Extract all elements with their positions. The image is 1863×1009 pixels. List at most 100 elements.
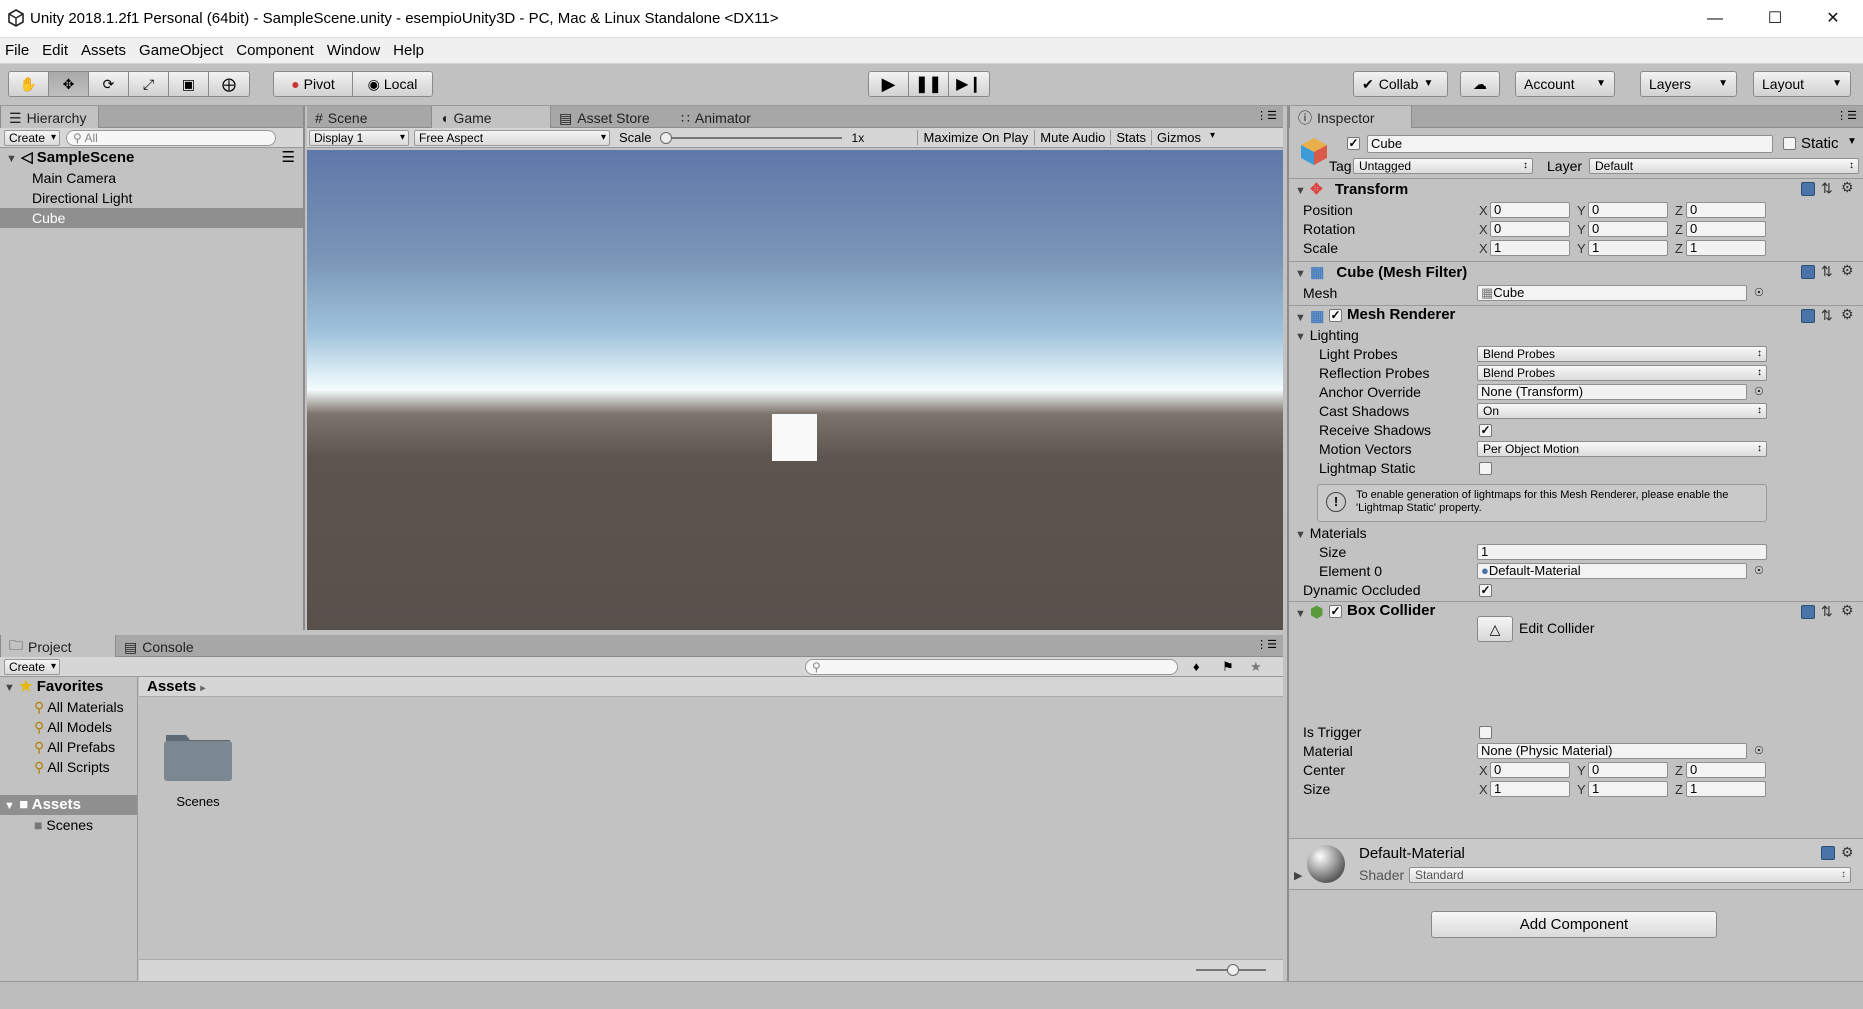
- aspect-dropdown[interactable]: Free Aspect: [414, 129, 610, 146]
- mesh-field[interactable]: ▦Cube: [1477, 285, 1747, 301]
- is-trigger-checkbox[interactable]: [1479, 726, 1492, 739]
- scale-slider[interactable]: [659, 131, 842, 145]
- panel-menu-icon[interactable]: ⋮☰: [1256, 638, 1277, 651]
- hierarchy-search-input[interactable]: ⚲ All: [66, 129, 277, 146]
- maximize-on-play-button[interactable]: Maximize On Play: [916, 130, 1035, 145]
- position-y-field[interactable]: 0: [1588, 202, 1668, 218]
- menu-component[interactable]: Component: [231, 38, 322, 59]
- expand-triangle-icon[interactable]: ▶: [1294, 869, 1302, 882]
- account-dropdown[interactable]: Account ▼: [1515, 71, 1615, 97]
- scene-row[interactable]: ▼ ◁ SampleScene ☰: [0, 148, 303, 168]
- game-view[interactable]: [307, 150, 1283, 630]
- tab-animator[interactable]: ∷ Animator: [673, 106, 763, 128]
- help-book-icon[interactable]: [1801, 265, 1815, 279]
- scale-tool-icon[interactable]: ⤢: [129, 72, 169, 96]
- folder-scenes[interactable]: Scenes: [160, 725, 236, 809]
- menu-assets[interactable]: Assets: [76, 38, 134, 59]
- hierarchy-item-main-camera[interactable]: Main Camera: [0, 168, 303, 188]
- layers-dropdown[interactable]: Layers ▼: [1640, 71, 1737, 97]
- menu-edit[interactable]: Edit: [37, 38, 76, 59]
- stats-button[interactable]: Stats: [1110, 130, 1151, 145]
- help-book-icon[interactable]: [1801, 182, 1815, 196]
- collab-button[interactable]: ✔ Collab ▼: [1353, 71, 1448, 97]
- materials-size-field[interactable]: 1: [1477, 544, 1767, 560]
- object-picker-icon[interactable]: ☉: [1754, 284, 1764, 303]
- dropdown-arrow-icon[interactable]: ▼: [1847, 136, 1857, 147]
- light-probes-dropdown[interactable]: Blend Probes: [1477, 346, 1767, 362]
- tab-scene[interactable]: # Scene: [307, 106, 431, 128]
- size-z-field[interactable]: 1: [1686, 781, 1766, 797]
- menu-help[interactable]: Help: [388, 38, 432, 59]
- object-name-field[interactable]: Cube: [1367, 135, 1773, 153]
- position-x-field[interactable]: 0: [1490, 202, 1570, 218]
- mesh-renderer-enabled-checkbox[interactable]: ✓: [1329, 309, 1342, 322]
- preset-icon[interactable]: ⇅: [1821, 603, 1833, 620]
- pause-button[interactable]: ❚❚: [909, 72, 949, 96]
- help-book-icon[interactable]: [1801, 605, 1815, 619]
- favorite-item[interactable]: ⚲ All Materials: [0, 697, 137, 717]
- center-x-field[interactable]: 0: [1490, 762, 1570, 778]
- hierarchy-create-dropdown[interactable]: Create: [4, 129, 61, 146]
- menu-gameobject[interactable]: GameObject: [134, 38, 231, 59]
- element-0-field[interactable]: ●Default-Material: [1477, 563, 1747, 579]
- pivot-button[interactable]: ● Pivot: [274, 72, 353, 96]
- transform-header[interactable]: ▼ ✥ Transform: [1289, 178, 1863, 200]
- motion-vectors-dropdown[interactable]: Per Object Motion: [1477, 441, 1767, 457]
- preset-icon[interactable]: ⇅: [1821, 180, 1833, 197]
- cast-shadows-dropdown[interactable]: On: [1477, 403, 1767, 419]
- rotation-z-field[interactable]: 0: [1686, 221, 1766, 237]
- size-x-field[interactable]: 1: [1490, 781, 1570, 797]
- size-y-field[interactable]: 1: [1588, 781, 1668, 797]
- move-tool-icon[interactable]: ✥: [49, 72, 89, 96]
- cloud-button[interactable]: ☁: [1460, 71, 1500, 97]
- slider-thumb[interactable]: [1227, 964, 1239, 976]
- rotation-y-field[interactable]: 0: [1588, 221, 1668, 237]
- favorite-item[interactable]: ⚲ All Scripts: [0, 757, 137, 777]
- assets-child-scenes[interactable]: ■ Scenes: [0, 815, 137, 835]
- gear-icon[interactable]: ⚙: [1841, 844, 1854, 861]
- object-picker-icon[interactable]: ☉: [1754, 742, 1764, 761]
- center-y-field[interactable]: 0: [1588, 762, 1668, 778]
- play-button[interactable]: ▶: [869, 72, 909, 96]
- project-create-dropdown[interactable]: Create: [4, 658, 61, 675]
- anchor-override-field[interactable]: None (Transform): [1477, 384, 1747, 400]
- breadcrumb-assets[interactable]: Assets: [147, 678, 196, 695]
- help-book-icon[interactable]: [1821, 846, 1835, 860]
- help-book-icon[interactable]: [1801, 309, 1815, 323]
- position-z-field[interactable]: 0: [1686, 202, 1766, 218]
- favorite-item[interactable]: ⚲ All Prefabs: [0, 737, 137, 757]
- preset-icon[interactable]: ⇅: [1821, 263, 1833, 280]
- tab-inspector[interactable]: ⓘ Inspector: [1289, 106, 1412, 128]
- star-icon[interactable]: ★: [1250, 659, 1262, 675]
- tab-console[interactable]: ▤ Console: [116, 635, 206, 657]
- center-z-field[interactable]: 0: [1686, 762, 1766, 778]
- rotate-tool-icon[interactable]: ⟳: [89, 72, 129, 96]
- assets-root-row[interactable]: ▼ ■ Assets: [0, 795, 137, 815]
- receive-shadows-checkbox[interactable]: ✓: [1479, 424, 1492, 437]
- tab-asset-store[interactable]: ▤ Asset Store: [551, 106, 673, 128]
- gear-icon[interactable]: ⚙: [1841, 262, 1854, 279]
- rotation-x-field[interactable]: 0: [1490, 221, 1570, 237]
- hand-tool-icon[interactable]: ✋: [9, 72, 49, 96]
- hierarchy-item-directional-light[interactable]: Directional Light: [0, 188, 303, 208]
- label-tag-icon[interactable]: ⚑: [1222, 659, 1234, 675]
- layer-dropdown[interactable]: Default: [1589, 158, 1859, 174]
- close-button[interactable]: ✕: [1813, 6, 1853, 32]
- lighting-foldout[interactable]: ▼ Lighting: [1289, 326, 1863, 345]
- scale-z-field[interactable]: 1: [1686, 240, 1766, 256]
- reflection-probes-dropdown[interactable]: Blend Probes: [1477, 365, 1767, 381]
- favorites-row[interactable]: ▼ ★ Favorites: [0, 677, 137, 697]
- tab-project[interactable]: 🗀 Project: [0, 635, 116, 657]
- tab-game[interactable]: ◖ Game: [431, 106, 551, 128]
- step-button[interactable]: ▶❙: [949, 72, 989, 96]
- mesh-filter-header[interactable]: ▼ ▦ Cube (Mesh Filter): [1289, 261, 1863, 283]
- box-collider-enabled-checkbox[interactable]: ✓: [1329, 605, 1342, 618]
- static-checkbox[interactable]: [1783, 137, 1796, 150]
- mute-audio-button[interactable]: Mute Audio: [1034, 130, 1110, 145]
- materials-foldout[interactable]: ▼ Materials: [1289, 524, 1863, 543]
- active-checkbox[interactable]: ✓: [1347, 137, 1360, 150]
- gear-icon[interactable]: ⚙: [1841, 306, 1854, 323]
- scale-y-field[interactable]: 1: [1588, 240, 1668, 256]
- object-picker-icon[interactable]: ☉: [1754, 383, 1764, 402]
- filter-type-icon[interactable]: ♦: [1193, 659, 1200, 674]
